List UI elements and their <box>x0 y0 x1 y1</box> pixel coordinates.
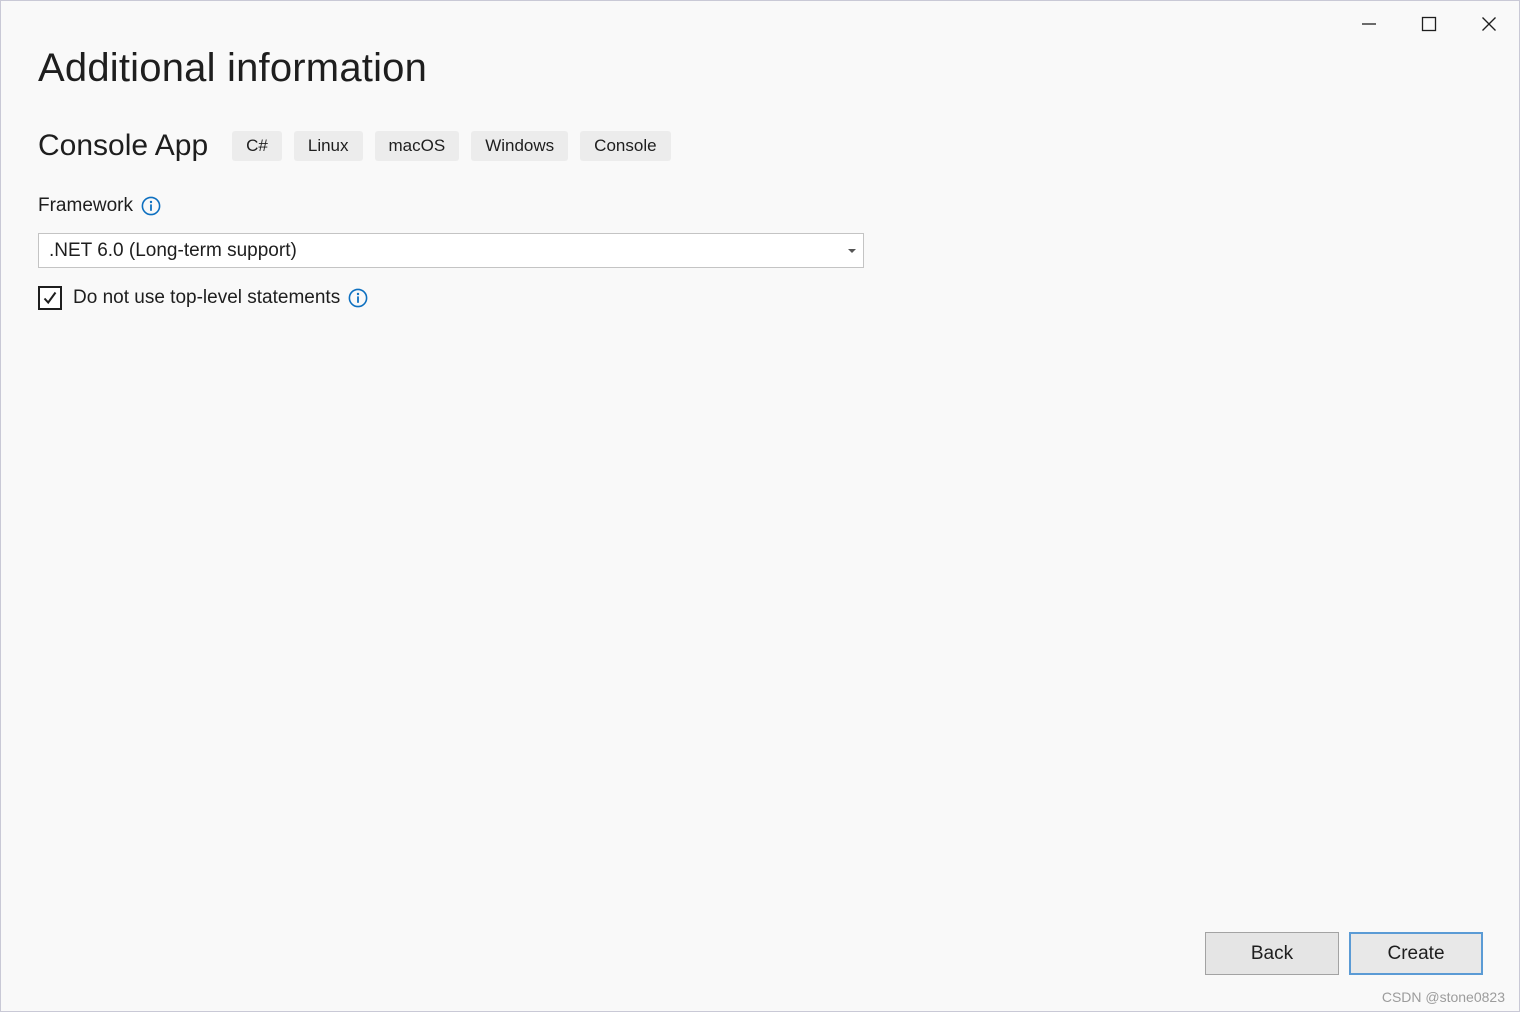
maximize-button[interactable] <box>1399 1 1459 47</box>
template-header: Console App C# Linux macOS Windows Conso… <box>38 128 683 164</box>
minimize-button[interactable] <box>1339 1 1399 47</box>
close-button[interactable] <box>1459 1 1519 47</box>
top-level-statements-info-icon[interactable] <box>348 288 368 308</box>
framework-label-row: Framework <box>38 193 161 219</box>
tag-platform-windows: Windows <box>471 131 569 161</box>
create-button[interactable]: Create <box>1349 932 1483 975</box>
footer-buttons: Back Create <box>1195 932 1483 975</box>
top-level-statements-option: Do not use top-level statements <box>38 285 368 311</box>
tag-platform-linux: Linux <box>293 131 363 161</box>
framework-select-value: .NET 6.0 (Long-term support) <box>49 239 297 261</box>
back-button[interactable]: Back <box>1205 932 1339 975</box>
framework-select[interactable]: .NET 6.0 (Long-term support) <box>38 233 864 268</box>
dialog-window: Additional information Console App C# Li… <box>0 0 1520 1012</box>
tag-platform-macos: macOS <box>374 131 460 161</box>
window-controls <box>1339 1 1519 47</box>
minimize-icon <box>1361 16 1377 32</box>
tag-project-type: Console <box>580 131 671 161</box>
chevron-down-icon <box>841 234 863 267</box>
watermark: CSDN @stone0823 <box>1381 989 1505 1005</box>
close-icon <box>1481 16 1497 32</box>
framework-info-icon[interactable] <box>141 196 161 216</box>
checkmark-icon <box>43 291 57 305</box>
template-name: Console App <box>38 129 209 162</box>
top-level-statements-label: Do not use top-level statements <box>73 287 341 308</box>
tag-language: C# <box>232 131 282 161</box>
top-level-statements-checkbox[interactable] <box>38 286 62 310</box>
framework-label: Framework <box>38 195 134 216</box>
page-title: Additional information <box>38 46 428 90</box>
maximize-icon <box>1421 16 1437 32</box>
